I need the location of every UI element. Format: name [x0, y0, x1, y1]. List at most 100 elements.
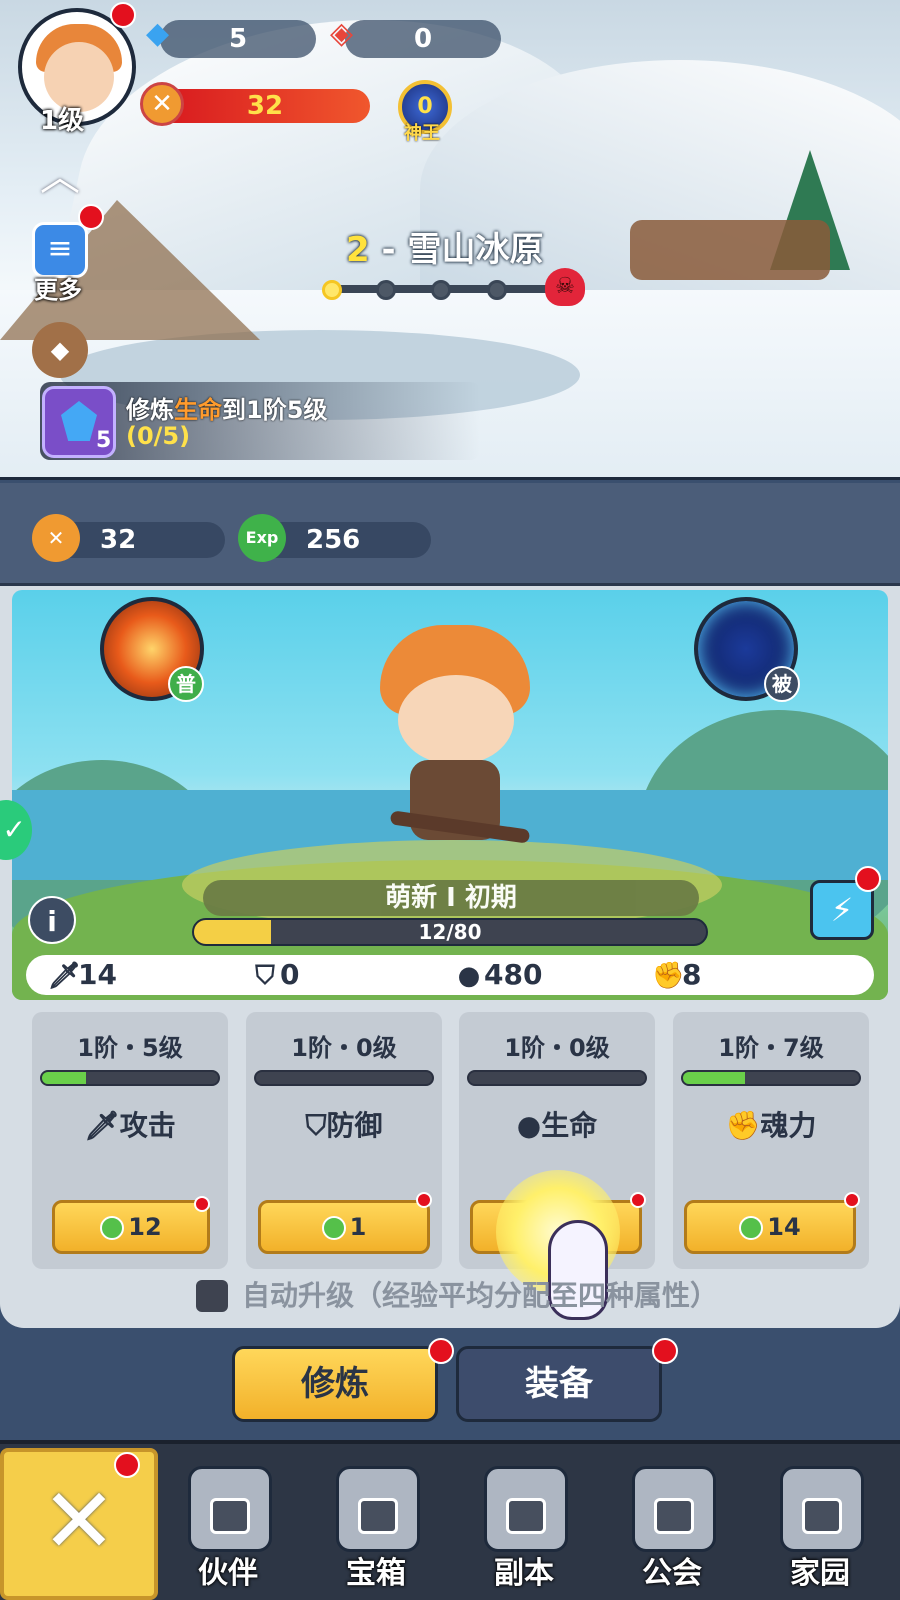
- attribute-row: [26, 955, 874, 995]
- player-level: 1级: [40, 106, 85, 136]
- exp-icon: Exp: [238, 514, 286, 562]
- lock-icon: [802, 1498, 842, 1534]
- notification-dot: [428, 1338, 454, 1364]
- lock-icon: [506, 1498, 546, 1534]
- card-level: 1阶・7级: [718, 1034, 824, 1062]
- card-name-text: 生命: [541, 1109, 598, 1142]
- card-level: 1阶・0级: [504, 1034, 610, 1062]
- nav-label: 公会: [642, 1556, 702, 1591]
- notification-dot: [416, 1192, 432, 1208]
- upgrade-cost: 14: [767, 1213, 801, 1241]
- gem-plus-icon[interactable]: ◆: [146, 16, 169, 51]
- nav-dungeon[interactable]: 副本: [454, 1460, 594, 1600]
- card-name: ✊魂力: [673, 1104, 869, 1144]
- quest-progress: (0/5): [126, 422, 191, 450]
- stage-node-current: [322, 280, 342, 300]
- card-progress-bar: [254, 1070, 434, 1086]
- card-name-text: 攻击: [119, 1109, 176, 1142]
- shield-icon: ⛉: [305, 1109, 327, 1142]
- exp-coin-icon: [321, 1216, 346, 1240]
- attribute-soul: ✊8: [652, 957, 701, 994]
- sword-icon: 🗡: [84, 1109, 120, 1142]
- info-button[interactable]: i: [28, 896, 76, 944]
- boss-skull-icon: ☠: [545, 268, 585, 306]
- nav-home[interactable]: 家园: [750, 1460, 890, 1600]
- card-level: 1阶・0级: [291, 1034, 397, 1062]
- drop-icon: ●: [457, 961, 481, 991]
- ticket-counter[interactable]: 0: [345, 20, 501, 58]
- more-menu-label: 更多: [34, 276, 82, 304]
- attribute-health: ● 480: [454, 957, 543, 994]
- notification-dot: [194, 1196, 210, 1212]
- card-level: 1阶・5级: [77, 1034, 183, 1062]
- tab-train[interactable]: 修炼: [232, 1346, 438, 1422]
- stage-separator: -: [369, 230, 408, 270]
- passive-skill-tag: 被: [764, 666, 800, 702]
- gem-counter[interactable]: 5: [160, 20, 316, 58]
- combat-power-value: 32: [160, 89, 370, 123]
- notification-dot: [114, 1452, 140, 1478]
- notification-dot: [630, 1192, 646, 1208]
- lock-icon: [654, 1498, 694, 1534]
- ticket-plus-icon[interactable]: ◈: [330, 16, 353, 51]
- auto-upgrade-checkbox[interactable]: [196, 1280, 228, 1312]
- notification-dot: [110, 2, 136, 28]
- rank-title: 萌新 I 初期: [203, 880, 699, 916]
- attribute-value: 8: [682, 958, 702, 991]
- hero-character: [380, 615, 531, 865]
- card-progress-fill: [42, 1072, 86, 1084]
- nav-label: 副本: [494, 1556, 554, 1591]
- crossed-swords-icon: ✕: [140, 82, 184, 126]
- lock-icon: [210, 1498, 250, 1534]
- upgrade-cost: 1: [349, 1213, 367, 1241]
- card-name-text: 防御: [326, 1109, 383, 1142]
- hero-head: [398, 675, 514, 765]
- exp-coin-icon: [739, 1216, 764, 1240]
- normal-skill-tag: 普: [168, 666, 204, 702]
- notification-dot: [78, 204, 104, 230]
- nav-label: 家园: [790, 1556, 850, 1591]
- quest-description: 修炼生命到1阶5级: [126, 390, 327, 425]
- lock-icon: [358, 1498, 398, 1534]
- gem-icon: [61, 401, 97, 441]
- upgrade-attack-button[interactable]: 12: [52, 1200, 210, 1254]
- card-name: ●生命: [459, 1104, 655, 1144]
- tab-equip[interactable]: 装备: [456, 1346, 662, 1422]
- notification-dot: [844, 1192, 860, 1208]
- nav-guild[interactable]: 公会: [602, 1460, 742, 1600]
- nav-partner[interactable]: 伙伴: [158, 1460, 298, 1600]
- card-name-text: 魂力: [760, 1109, 817, 1142]
- upgrade-soul-button[interactable]: 14: [684, 1200, 856, 1254]
- stage-node: [376, 280, 396, 300]
- attribute-value: 14: [78, 958, 117, 991]
- fist-icon: ✊: [652, 961, 685, 991]
- card-progress-bar: [40, 1070, 220, 1086]
- card-progress-bar: [681, 1070, 861, 1086]
- rank-xp-text: 12/80: [418, 920, 482, 944]
- recharge-bag-icon[interactable]: ◆: [32, 322, 88, 378]
- quest-text-prefix: 修炼: [126, 396, 174, 424]
- upgrade-defense-button[interactable]: 1: [258, 1200, 430, 1254]
- exp-coin-icon: [100, 1216, 125, 1240]
- attribute-defense: ⛉ 0: [250, 957, 299, 994]
- god-rank-label: 神王: [404, 123, 440, 144]
- drop-icon: ●: [516, 1109, 542, 1142]
- stage-node: [431, 280, 451, 300]
- collapse-chevron-icon[interactable]: ︿: [30, 152, 90, 202]
- quest-text-highlight: 生命: [174, 396, 222, 424]
- card-name: 🗡攻击: [32, 1104, 228, 1144]
- notification-dot: [652, 1338, 678, 1364]
- card-name: ⛉防御: [246, 1104, 442, 1144]
- card-progress-bar: [467, 1070, 647, 1086]
- nav-chest[interactable]: 宝箱: [306, 1460, 446, 1600]
- stage-name: 雪山冰原: [407, 230, 544, 270]
- nav-label: 宝箱: [346, 1556, 406, 1591]
- sword-icon: 🗡: [48, 961, 82, 991]
- quest-icon-count: 5: [96, 428, 112, 453]
- auto-upgrade-label: 自动升级（经验平均分配至四种属性）: [242, 1279, 719, 1312]
- quest-text-suffix: 到1阶5级: [222, 396, 328, 424]
- stage-node: [487, 280, 507, 300]
- attribute-value: 0: [280, 958, 300, 991]
- card-progress-fill: [683, 1072, 745, 1084]
- rank-xp-bar: 12/80: [192, 918, 708, 946]
